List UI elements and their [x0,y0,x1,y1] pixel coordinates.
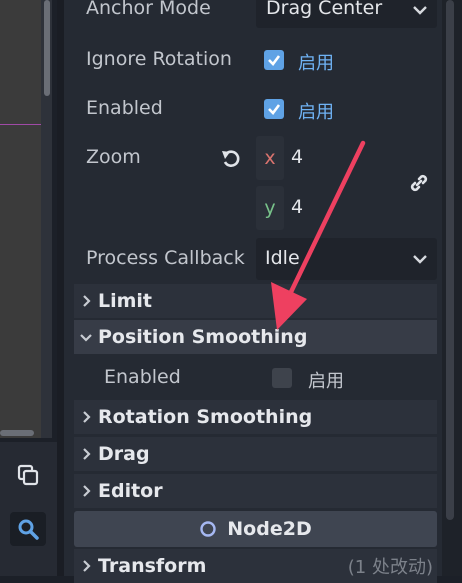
ignore-rotation-state: 启用 [298,53,334,74]
section-drag[interactable]: Drag [74,437,437,471]
section-rotation-smoothing[interactable]: Rotation Smoothing [74,400,437,434]
section-limit[interactable]: Limit [74,284,437,318]
zoom-x-input[interactable]: 4 [291,146,303,168]
chevron-down-icon [413,6,427,15]
revert-icon[interactable] [220,148,242,170]
copy-icon [17,464,39,486]
node2d-circle-icon [200,521,216,537]
section-editor-title: Editor [98,480,163,502]
zoom-y-input[interactable]: 4 [291,196,303,218]
chevron-down-icon [74,332,98,342]
transform-changes-badge: (1 处改动) [347,557,433,578]
position-smoothing-enabled-checkbox[interactable]: 启用 [264,360,437,396]
checkbox-checked [264,50,284,70]
viewport-horizontal-scroll-thumb[interactable] [0,430,34,436]
section-limit-title: Limit [98,290,153,312]
section-editor[interactable]: Editor [74,474,437,508]
chevron-right-icon [74,484,98,498]
process-callback-dropdown[interactable]: Idle [256,238,437,280]
section-rotation-smoothing-title: Rotation Smoothing [98,406,313,428]
section-position-smoothing[interactable]: Position Smoothing [74,320,437,354]
chevron-right-icon [74,410,98,424]
enabled-checkbox[interactable]: 启用 [256,90,437,128]
chevron-down-icon [413,255,427,264]
anchor-mode-label: Anchor Mode [86,0,211,19]
zoom-x-axis-label: x [256,136,284,180]
zoom-y-axis-label: y [256,186,284,230]
class-header-node2d[interactable]: Node2D [74,511,437,547]
class-header-title: Node2D [227,518,312,540]
anchor-mode-value: Drag Center [266,0,383,19]
zoom-label: Zoom [86,146,141,168]
left-dock-toolbar [0,442,57,576]
search-icon [18,519,39,540]
checkmark-icon [268,104,281,115]
position-smoothing-enabled-label: Enabled [104,366,181,388]
inspector-scroll-thumb[interactable] [446,0,454,520]
section-position-smoothing-title: Position Smoothing [98,326,308,348]
position-smoothing-enabled-state: 启用 [308,371,344,392]
link-icon[interactable] [408,172,430,194]
process-callback-value: Idle [265,247,300,269]
checkmark-icon [268,55,281,66]
search-button[interactable] [10,512,46,546]
section-drag-title: Drag [98,443,150,465]
checkbox-unchecked [272,368,292,388]
enabled-state: 启用 [298,102,334,123]
copy-button[interactable] [10,458,46,492]
section-transform-title: Transform [98,555,207,577]
ignore-rotation-label: Ignore Rotation [86,48,232,70]
chevron-right-icon [74,447,98,461]
ignore-rotation-checkbox[interactable]: 启用 [256,42,437,80]
chevron-right-icon [74,559,98,573]
checkbox-checked [264,99,284,119]
viewport-vertical-scroll-thumb[interactable] [44,0,50,96]
section-transform[interactable]: Transform (1 处改动) [74,549,437,583]
panel-divider[interactable] [57,0,64,576]
process-callback-label: Process Callback [86,247,245,269]
chevron-right-icon [74,294,98,308]
enabled-label: Enabled [86,97,163,119]
anchor-mode-dropdown[interactable]: Drag Center [256,0,437,28]
